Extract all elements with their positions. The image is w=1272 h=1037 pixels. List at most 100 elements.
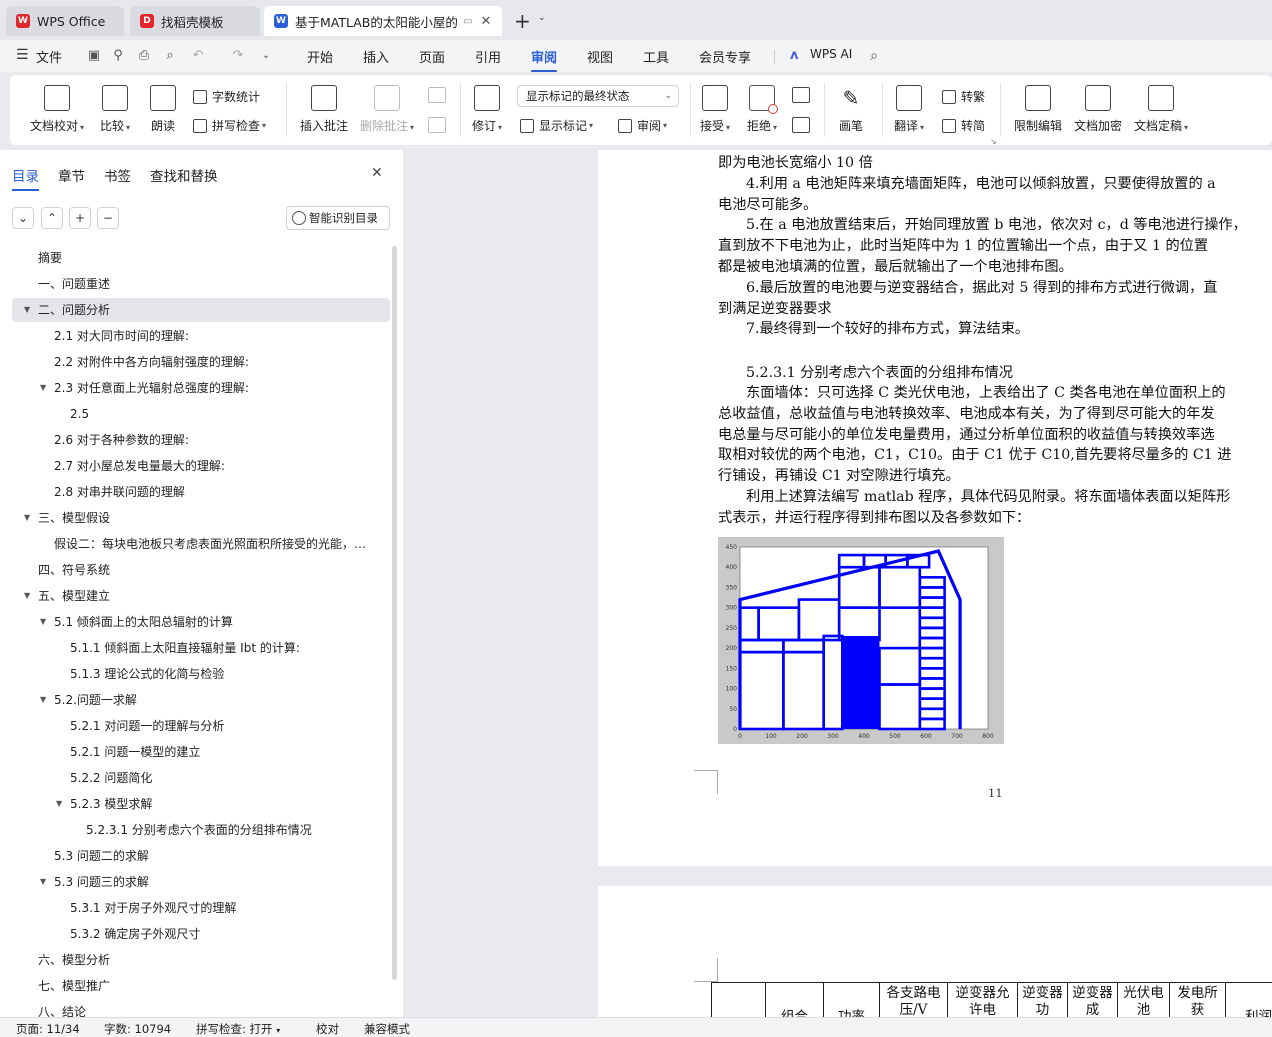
revise-button[interactable]: 修订 ▾ [472, 85, 502, 134]
expand-caret-icon[interactable]: ▼ [40, 610, 46, 634]
tab-chapter[interactable]: 章节 [58, 165, 85, 185]
toc-item[interactable]: 5.2.1 对问题一的理解与分析 [12, 714, 390, 738]
toc-item[interactable]: ▼ 5.3 问题三的求解 [12, 870, 390, 894]
expand-caret-icon[interactable]: ▼ [24, 506, 30, 530]
finalize-button[interactable]: 文档定稿 ▾ [1134, 85, 1188, 134]
to-traditional-button[interactable]: 转繁 [942, 88, 985, 105]
smart-toc-button[interactable]: 智能识别目录 [286, 206, 390, 230]
accept-button[interactable]: 接受 ▾ [700, 85, 730, 134]
toc-item[interactable]: ▼ 5.2.3 模型求解 [12, 792, 390, 816]
tab-bookmark[interactable]: 书签 [104, 165, 131, 185]
toc-item[interactable]: ▼ 三、模型假设 [12, 506, 390, 530]
expand-caret-icon[interactable]: ▼ [56, 792, 62, 816]
menu-page[interactable]: 页面 [419, 47, 445, 66]
redo-icon[interactable]: ↷ [230, 48, 246, 64]
menu-view[interactable]: 视图 [587, 47, 613, 66]
save-icon[interactable]: ▣ [86, 48, 102, 64]
next-comment-icon[interactable] [428, 117, 446, 133]
print-preview-icon[interactable]: ⌕ [162, 48, 178, 64]
read-aloud-button[interactable]: 朗读 [150, 85, 176, 134]
toc-item[interactable]: 2.8 对串并联问题的理解 [12, 480, 390, 504]
menu-member[interactable]: 会员专享 [699, 47, 751, 66]
review-pane-button[interactable]: 审阅 ▾ [618, 117, 667, 134]
restrict-edit-button[interactable]: 限制编辑 [1014, 85, 1062, 134]
tab-template[interactable]: D 找稻壳模板 [130, 6, 260, 36]
word-count-button[interactable]: 字数统计 [193, 88, 260, 105]
tab-list-chevron-icon[interactable]: ⌄ [538, 13, 546, 23]
delete-comment-button[interactable]: 删除批注 ▾ [360, 85, 414, 134]
menu-wps-ai[interactable]: WPS AI [810, 47, 852, 61]
expand-caret-icon[interactable]: ▼ [40, 376, 46, 400]
collapse-all-button[interactable]: ⌄ [12, 207, 34, 229]
markup-state-select[interactable]: 显示标记的最终状态 ⌄ [517, 85, 679, 107]
toc-item[interactable]: ▼ 2.3 对任意面上光辐射总强度的理解: [12, 376, 390, 400]
toc-item[interactable]: 5.2.1 问题一模型的建立 [12, 740, 390, 764]
toc-item[interactable]: 5.3.2 确定房子外观尺寸 [12, 922, 390, 946]
toc-item[interactable]: 2.7 对小屋总发电量最大的理解: [12, 454, 390, 478]
toc-item[interactable]: 假设二：每块电池板只考虑表面光照面积所接受的光能，不... [12, 532, 390, 556]
menu-review[interactable]: 审阅 [531, 47, 558, 72]
tab-wps-office[interactable]: W WPS Office [6, 6, 124, 36]
toc-item[interactable]: 5.3.1 对于房子外观尺寸的理解 [12, 896, 390, 920]
toc-item[interactable]: 摘要 [12, 246, 390, 270]
toc-scrollbar[interactable] [392, 246, 397, 980]
toc-item[interactable]: 5.1.3 理论公式的化简与检验 [12, 662, 390, 686]
insert-comment-button[interactable]: 插入批注 [300, 85, 348, 134]
toc-item[interactable]: 六、模型分析 [12, 948, 390, 972]
tab-document[interactable]: W 基于MATLAB的太阳能小屋的 ▭ ✕ [264, 6, 502, 36]
page-indicator[interactable]: 页面: 11/34 [16, 1021, 80, 1037]
expand-caret-icon[interactable]: ▼ [40, 688, 46, 712]
proofread-indicator[interactable]: 校对 [316, 1021, 339, 1037]
show-markup-button[interactable]: 显示标记 ▾ [520, 117, 593, 134]
close-tab-icon[interactable]: ✕ [480, 14, 491, 29]
hamburger-icon[interactable]: ☰ [16, 47, 29, 63]
toc-item[interactable]: 四、符号系统 [12, 558, 390, 582]
toc-item[interactable]: 5.1.1 倾斜面上太阳直接辐射量 Ibt 的计算: [12, 636, 390, 660]
expand-corner-icon[interactable]: ↘ [990, 137, 997, 146]
expand-caret-icon[interactable]: ▼ [24, 584, 30, 608]
menu-insert[interactable]: 插入 [363, 47, 389, 66]
toc-item[interactable]: 5.2.3.1 分别考虑六个表面的分组排布情况 [12, 818, 390, 842]
prev-change-icon[interactable] [792, 87, 810, 103]
undo-icon[interactable]: ↶ [190, 48, 206, 64]
toc-item[interactable]: 2.1 对大同市时间的理解: [12, 324, 390, 348]
reject-button[interactable]: 拒绝 ▾ [747, 85, 779, 134]
toc-item[interactable]: 5.3 问题二的求解 [12, 844, 390, 868]
toc-item[interactable]: 5.2.2 问题简化 [12, 766, 390, 790]
next-change-icon[interactable] [792, 117, 810, 133]
toc-item[interactable]: ▼ 5.1 倾斜面上的太阳总辐射的计算 [12, 610, 390, 634]
remove-heading-button[interactable]: − [97, 207, 119, 229]
toc-item[interactable]: 一、问题重述 [12, 272, 390, 296]
compare-button[interactable]: 比较 ▾ [100, 85, 130, 134]
menu-reference[interactable]: 引用 [475, 47, 501, 66]
toc-item[interactable]: ▼ 5.2.问题一求解 [12, 688, 390, 712]
menu-start[interactable]: 开始 [307, 47, 333, 66]
translate-button[interactable]: 翻译 ▾ [894, 85, 924, 134]
spell-check-button[interactable]: 拼写检查 ▾ [193, 117, 266, 134]
close-panel-icon[interactable]: ✕ [371, 165, 383, 181]
spell-check-indicator[interactable]: 拼写检查: 打开 ▾ [196, 1021, 280, 1037]
expand-caret-icon[interactable]: ▼ [40, 870, 46, 894]
encrypt-button[interactable]: 文档加密 [1074, 85, 1122, 134]
toc-item[interactable]: 七、模型推广 [12, 974, 390, 998]
new-tab-icon[interactable]: + [514, 9, 531, 33]
to-simplified-button[interactable]: 转简 [942, 117, 985, 134]
menu-tools[interactable]: 工具 [643, 47, 669, 66]
toc-item[interactable]: 2.2 对附件中各方向辐射强度的理解: [12, 350, 390, 374]
toc-item[interactable]: 2.5 [12, 402, 390, 426]
word-count-indicator[interactable]: 字数: 10794 [104, 1021, 171, 1037]
search-icon[interactable]: ⌕ [866, 48, 882, 64]
toc-item[interactable]: ▼ 二、问题分析 [12, 298, 390, 322]
menu-file[interactable]: 文件 [36, 47, 62, 66]
expand-caret-icon[interactable]: ▼ [24, 298, 30, 322]
share-icon[interactable]: ⚲ [110, 48, 126, 64]
expand-up-button[interactable]: ⌃ [41, 207, 63, 229]
print-icon[interactable]: ⎙ [136, 48, 152, 64]
tab-find-replace[interactable]: 查找和替换 [150, 165, 218, 185]
doc-check-button[interactable]: 文档校对 ▾ [30, 85, 84, 134]
pen-button[interactable]: ✎ 画笔 [838, 85, 864, 134]
tab-toc[interactable]: 目录 [12, 165, 39, 191]
toc-item[interactable]: 2.6 对于各种参数的理解: [12, 428, 390, 452]
more-chevron-icon[interactable]: ⌄ [258, 48, 274, 64]
prev-comment-icon[interactable] [428, 87, 446, 103]
